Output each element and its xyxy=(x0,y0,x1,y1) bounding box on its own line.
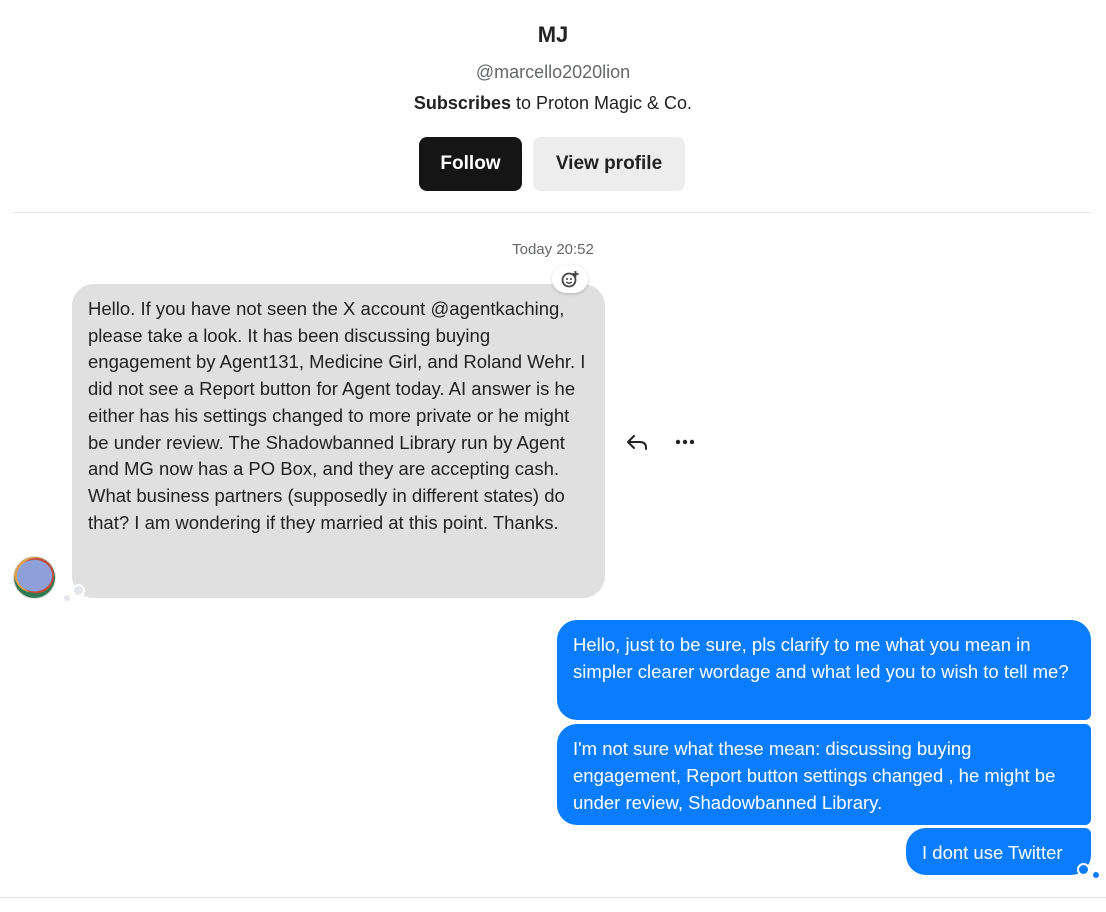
seen-indicator-small xyxy=(64,595,70,601)
seen-indicator xyxy=(72,584,85,597)
sender-avatar[interactable] xyxy=(13,556,56,599)
follow-button[interactable]: Follow xyxy=(419,137,522,191)
message-timestamp: Today 20:52 xyxy=(512,241,594,258)
subscription-info: Subscribes to Proton Magic & Co. xyxy=(0,93,1106,114)
sent-indicator xyxy=(1077,863,1090,876)
more-options-icon[interactable] xyxy=(672,430,700,454)
header-divider xyxy=(13,212,1091,213)
user-avatar xyxy=(14,557,55,598)
conversation-page: MJ @marcello2020lion Subscribes to Proto… xyxy=(0,0,1106,912)
incoming-message[interactable]: Hello. If you have not seen the X accoun… xyxy=(72,284,605,598)
view-profile-button[interactable]: View profile xyxy=(533,137,685,191)
outgoing-message[interactable]: Hello, just to be sure, pls clarify to m… xyxy=(557,620,1091,720)
reply-icon[interactable] xyxy=(624,430,650,454)
profile-handle: @marcello2020lion xyxy=(475,62,631,82)
outgoing-message[interactable]: I dont use Twitter xyxy=(906,828,1091,875)
profile-name: MJ xyxy=(537,22,569,47)
subscribes-label: Subscribes xyxy=(413,93,511,113)
sent-indicator-small xyxy=(1093,872,1099,878)
composer-divider xyxy=(0,897,1106,898)
add-reaction-button[interactable] xyxy=(552,265,588,293)
outgoing-message[interactable]: I'm not sure what these mean: discussing… xyxy=(557,724,1091,825)
add-reaction-icon xyxy=(561,271,579,288)
subscribes-target: to Proton Magic & Co. xyxy=(510,93,693,113)
